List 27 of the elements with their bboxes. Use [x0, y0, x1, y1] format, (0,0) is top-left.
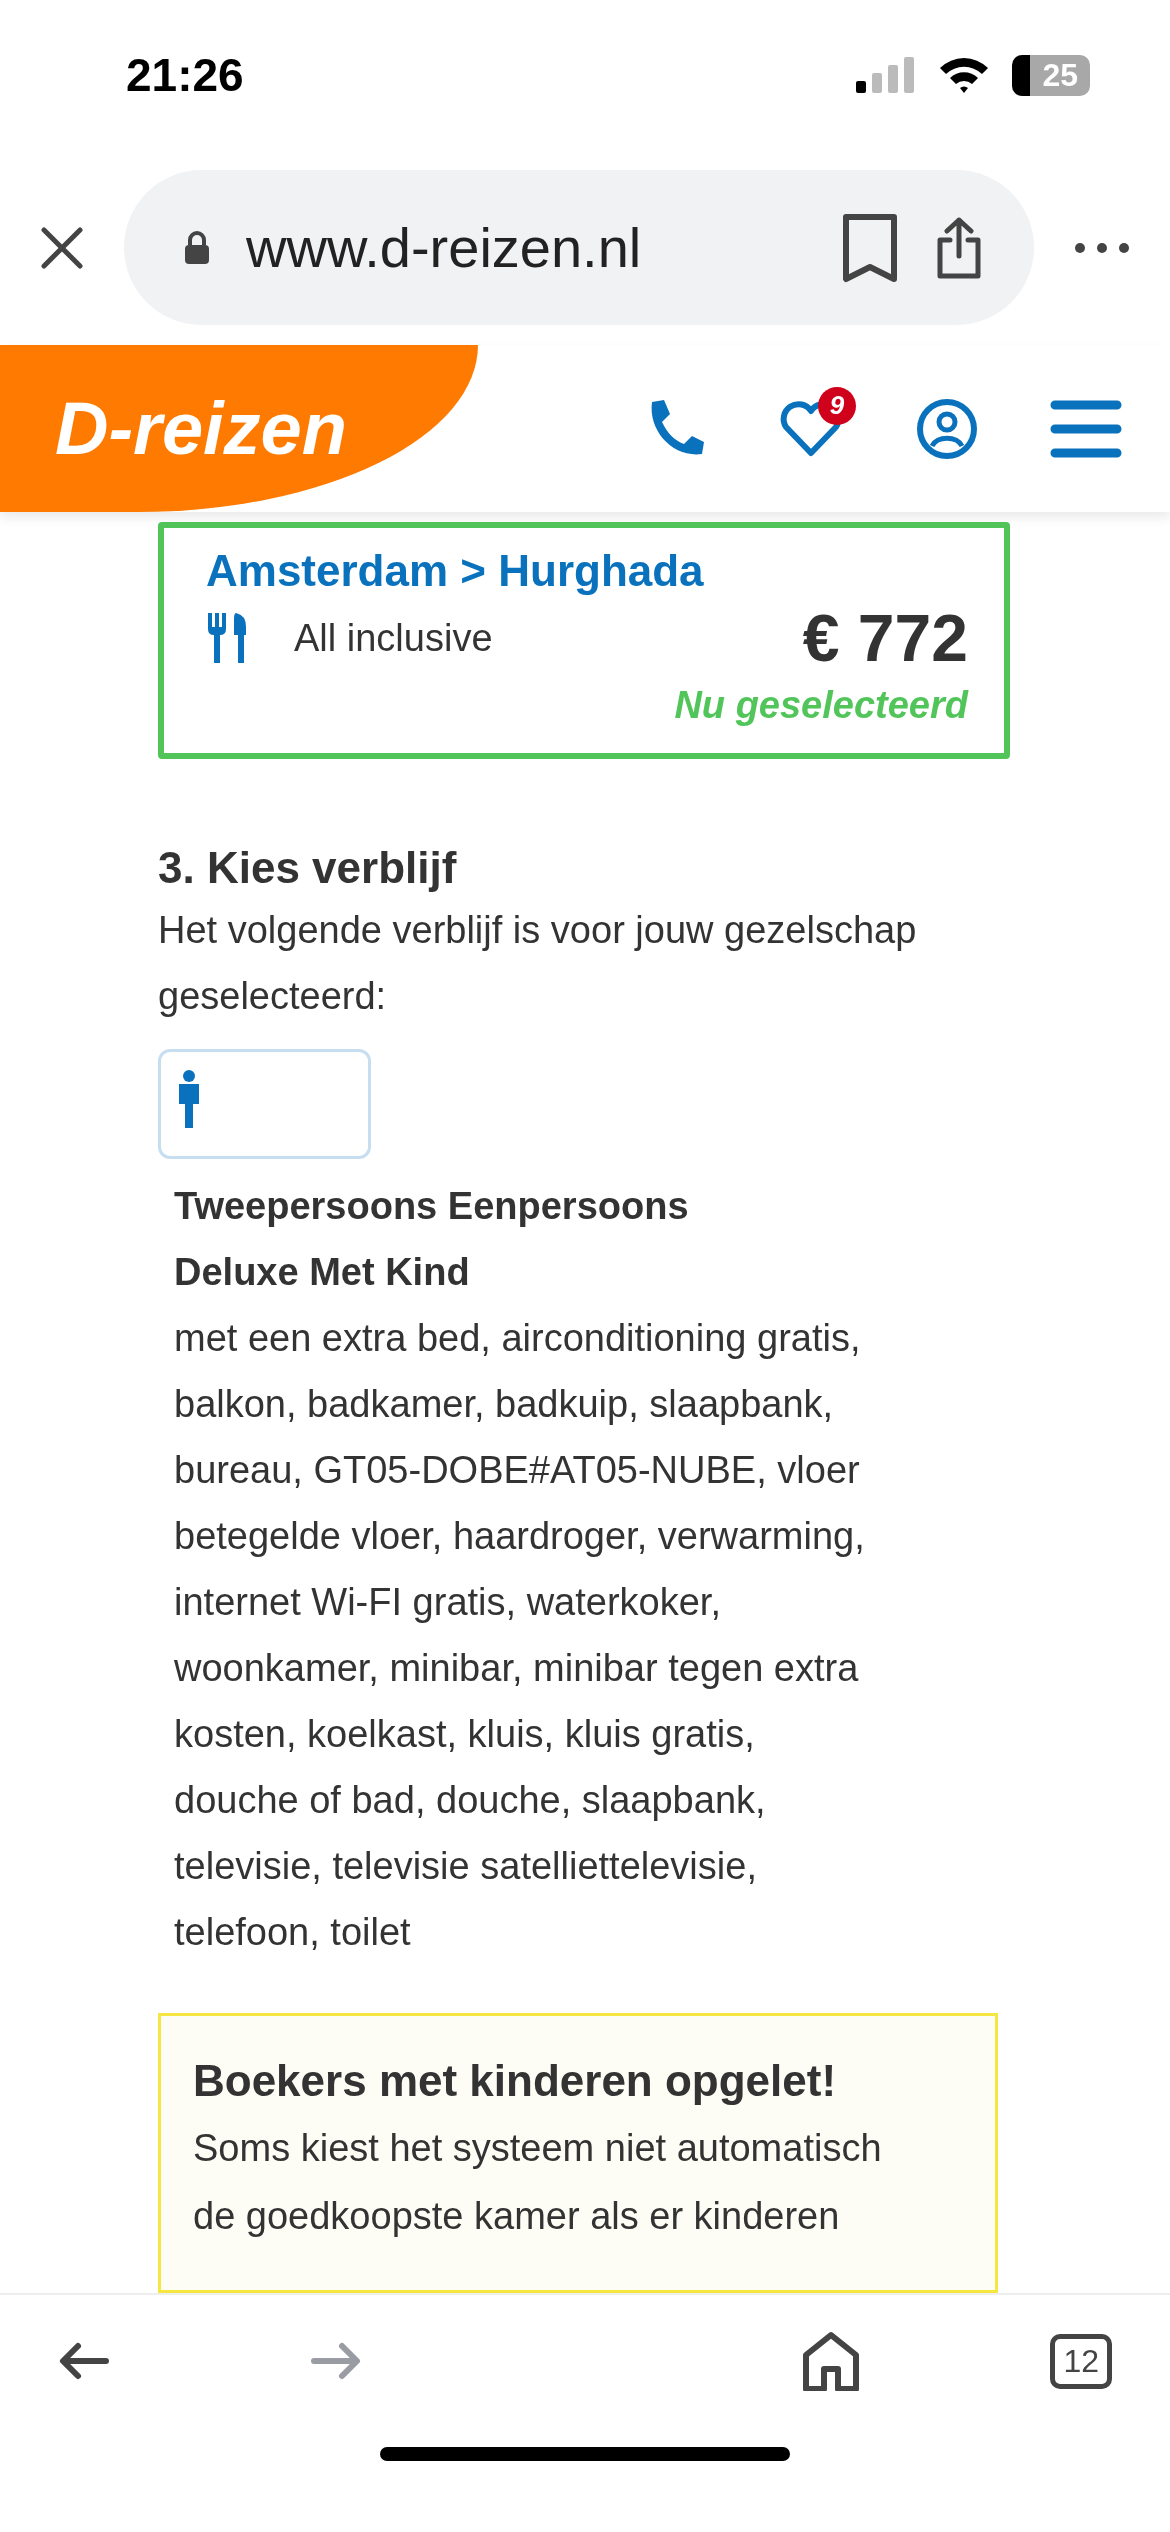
status-time: 21:26	[126, 48, 244, 102]
section-heading: 3. Kies verblijf	[158, 843, 457, 893]
flight-card[interactable]: Amsterdam > Hurghada All inclusive € 772 Nu geselecteerd	[158, 522, 1010, 759]
route-text: Amsterdam > Hurghada	[206, 546, 705, 596]
menu-icon[interactable]	[1050, 399, 1122, 458]
address-bar[interactable]: www.d-reizen.nl	[124, 170, 1034, 325]
bookmark-icon[interactable]	[842, 212, 898, 283]
account-icon[interactable]	[916, 397, 978, 460]
person-icon	[177, 1070, 201, 1128]
board-type: All inclusive	[294, 616, 494, 660]
battery-level: 25	[1012, 54, 1090, 96]
more-icon[interactable]	[1074, 241, 1130, 254]
price: € 772	[802, 600, 968, 676]
home-icon[interactable]	[802, 2331, 860, 2391]
favorites-badge: 9	[818, 386, 856, 425]
notice-text: Soms kiest het systeem niet automatisch de goedkoopste kamer als er kinderen	[193, 2126, 883, 2239]
back-icon[interactable]	[58, 2341, 110, 2381]
signal-icon	[856, 57, 917, 93]
forward-icon[interactable]	[310, 2341, 362, 2381]
intro-text: Het volgende verblijf is voor jouw gezelschap geselecteerd:	[158, 908, 918, 1019]
selected-label: Nu geselecteerd	[674, 684, 968, 727]
notice-title: Boekers met kinderen opgelet!	[193, 2056, 838, 2106]
lock-icon	[184, 230, 210, 265]
wifi-icon	[938, 56, 991, 94]
room-description: met een extra bed, airconditioning gratis, balkon, badkamer, badkuip, slaapbank, bureau, GT05-DOBE#AT05-NUBE, vloer betegelde vloer, haardroger, verwarming, internet Wi-FI gratis, waterkoker, woonkamer, minibar, minibar tegen extra kosten, koelkast, kluis, kluis gratis, douche of bad, douche, slaapbank, televisie, televisie satelliettelevisie, telefoon, toilet	[174, 1316, 866, 1955]
tab-count[interactable]: 12	[1050, 2333, 1112, 2389]
close-icon[interactable]	[40, 225, 84, 270]
